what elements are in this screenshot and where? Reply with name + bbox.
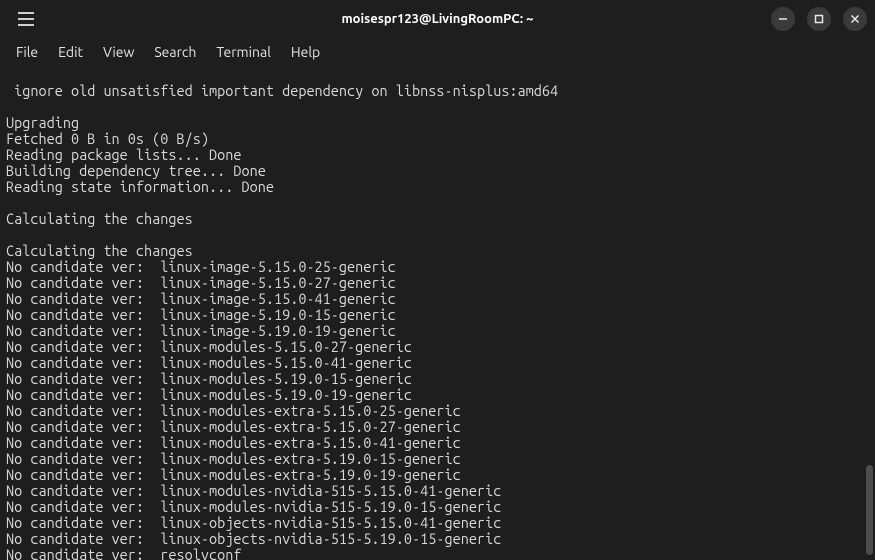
terminal-line: No candidate ver: linux-modules-extra-5.… [6,435,869,451]
terminal-line: No candidate ver: linux-image-5.15.0-27-… [6,275,869,291]
terminal-line: No candidate ver: linux-modules-extra-5.… [6,467,869,483]
terminal-line: No candidate ver: linux-modules-nvidia-5… [6,483,869,499]
terminal-line: No candidate ver: linux-modules-5.15.0-4… [6,355,869,371]
terminal-line: No candidate ver: linux-image-5.19.0-19-… [6,323,869,339]
menu-edit[interactable]: Edit [48,40,93,64]
terminal-line: Calculating the changes [6,211,869,227]
terminal-line: Upgrading [6,115,869,131]
terminal-line: No candidate ver: resolvconf [6,547,869,560]
maximize-button[interactable] [807,7,831,31]
terminal-line: Building dependency tree... Done [6,163,869,179]
terminal-line: Calculating the changes [6,243,869,259]
terminal-line: No candidate ver: linux-modules-extra-5.… [6,419,869,435]
close-icon [850,14,860,24]
terminal-line: No candidate ver: linux-image-5.15.0-41-… [6,291,869,307]
maximize-icon [814,14,824,24]
terminal-line: No candidate ver: linux-objects-nvidia-5… [6,515,869,531]
hamburger-menu-icon[interactable] [12,5,40,33]
titlebar: moisespr123@LivingRoomPC: ~ [0,0,875,38]
terminal-line: No candidate ver: linux-image-5.19.0-15-… [6,307,869,323]
terminal-line: No candidate ver: linux-modules-5.19.0-1… [6,371,869,387]
terminal-output[interactable]: ignore old unsatisfied important depende… [0,65,875,560]
menu-search[interactable]: Search [144,40,206,64]
terminal-line: No candidate ver: linux-modules-nvidia-5… [6,499,869,515]
terminal-line: Reading state information... Done [6,179,869,195]
terminal-line [6,99,869,115]
scrollbar-thumb[interactable] [866,465,873,555]
terminal-line: No candidate ver: linux-objects-nvidia-5… [6,531,869,547]
minimize-icon [778,14,788,24]
menu-file[interactable]: File [6,40,48,64]
terminal-line [6,195,869,211]
terminal-line [6,227,869,243]
window-title: moisespr123@LivingRoomPC: ~ [341,12,533,26]
close-button[interactable] [843,7,867,31]
scrollbar-track[interactable] [864,65,875,560]
terminal-line: Fetched 0 B in 0s (0 B/s) [6,131,869,147]
terminal-line: No candidate ver: linux-image-5.15.0-25-… [6,259,869,275]
terminal-line: No candidate ver: linux-modules-extra-5.… [6,403,869,419]
menu-view[interactable]: View [93,40,144,64]
terminal-line: Reading package lists... Done [6,147,869,163]
menu-help[interactable]: Help [281,40,330,64]
terminal-line: No candidate ver: linux-modules-5.15.0-2… [6,339,869,355]
terminal-line: No candidate ver: linux-modules-extra-5.… [6,451,869,467]
window-controls [771,7,867,31]
menu-terminal[interactable]: Terminal [206,40,281,64]
terminal-line: ignore old unsatisfied important depende… [6,83,869,99]
terminal-line: No candidate ver: linux-modules-5.19.0-1… [6,387,869,403]
menubar: File Edit View Search Terminal Help [0,38,875,65]
minimize-button[interactable] [771,7,795,31]
